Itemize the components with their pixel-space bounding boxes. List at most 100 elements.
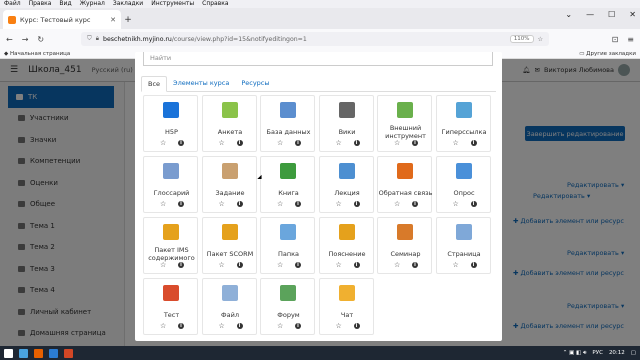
tab-all[interactable]: Все	[141, 76, 168, 92]
explorer-icon[interactable]	[19, 348, 28, 358]
activity-card[interactable]: Папка ☆ i	[260, 217, 315, 274]
menu-item[interactable]: Инструменты	[151, 0, 194, 8]
new-tab-icon[interactable]: +	[121, 10, 135, 29]
activity-card[interactable]: Пакет SCORM ☆ i	[201, 217, 257, 274]
close-tab-icon[interactable]: ✕	[110, 16, 116, 24]
activity-card[interactable]: Обратная связь ☆ i	[377, 156, 432, 213]
info-icon[interactable]: i	[353, 323, 360, 329]
info-icon[interactable]: i	[236, 262, 243, 268]
zoom-badge[interactable]: 110%	[509, 35, 534, 43]
activity-card[interactable]: Книга ☆ i	[260, 156, 315, 213]
reload-icon[interactable]: ↻	[37, 35, 44, 44]
star-icon[interactable]: ☆	[219, 200, 225, 208]
activity-card[interactable]: Задание ☆ i	[201, 156, 257, 213]
star-icon[interactable]: ☆	[394, 261, 400, 269]
star-icon[interactable]: ☆	[394, 200, 400, 208]
activity-card[interactable]: H5P ☆ i	[143, 95, 198, 152]
info-icon[interactable]: i	[236, 323, 243, 329]
info-icon[interactable]: i	[178, 201, 184, 207]
info-icon[interactable]: i	[470, 140, 477, 146]
info-icon[interactable]: i	[178, 323, 184, 329]
bookmark-star-icon[interactable]: ☆	[538, 36, 544, 43]
star-icon[interactable]: ☆	[336, 139, 342, 147]
info-icon[interactable]: i	[295, 262, 301, 268]
star-icon[interactable]: ☆	[453, 261, 459, 269]
star-icon[interactable]: ☆	[160, 261, 166, 269]
star-icon[interactable]: ☆	[394, 139, 400, 147]
star-icon[interactable]: ☆	[160, 322, 166, 330]
star-icon[interactable]: ☆	[277, 261, 283, 269]
activity-card[interactable]: Форум ☆ i	[260, 278, 315, 335]
menu-icon[interactable]: ≡	[627, 35, 634, 44]
menu-item[interactable]: Закладки	[113, 0, 143, 8]
info-icon[interactable]: i	[353, 140, 360, 146]
activity-card[interactable]: Гиперссылка ☆ i	[435, 95, 491, 152]
bookmark-other[interactable]: ▭ Другие закладки	[579, 49, 640, 58]
tray-icons[interactable]: ⌃ ▣ ◧ 🔊︎	[563, 350, 587, 357]
activity-card[interactable]: Пояснение ☆ i	[318, 217, 374, 274]
info-icon[interactable]: i	[470, 201, 477, 207]
menu-item[interactable]: Журнал	[80, 0, 105, 8]
activity-card[interactable]: Страница ☆ i	[435, 217, 491, 274]
browser-tab[interactable]: Курс: Тестовый курс ✕	[3, 10, 121, 29]
info-icon[interactable]: i	[353, 201, 360, 207]
info-icon[interactable]: i	[236, 140, 243, 146]
info-icon[interactable]: i	[353, 262, 360, 268]
activity-card[interactable]: Опрос ☆ i	[435, 156, 491, 213]
star-icon[interactable]: ☆	[277, 322, 283, 330]
info-icon[interactable]: i	[412, 262, 418, 268]
activity-card[interactable]: Анкета ☆ i	[201, 95, 257, 152]
activity-card[interactable]: Файл ☆ i	[201, 278, 257, 335]
clock[interactable]: 20:12	[609, 350, 625, 356]
firefox-icon[interactable]	[34, 348, 43, 358]
tab-resources[interactable]: Ресурсы	[235, 76, 275, 91]
maximize-icon[interactable]: ☐	[608, 10, 615, 19]
info-icon[interactable]: i	[178, 140, 184, 146]
tab-list-icon[interactable]: ⌄	[565, 10, 572, 19]
activity-card[interactable]: Вики ☆ i	[318, 95, 374, 152]
info-icon[interactable]: i	[295, 140, 301, 146]
tab-activities[interactable]: Элементы курса	[167, 76, 235, 91]
activity-card[interactable]: Чат ☆ i	[318, 278, 374, 335]
star-icon[interactable]: ☆	[219, 261, 225, 269]
close-window-icon[interactable]: ✕	[629, 10, 636, 19]
menu-item[interactable]: Справка	[202, 0, 228, 8]
star-icon[interactable]: ☆	[160, 139, 166, 147]
star-icon[interactable]: ☆	[453, 200, 459, 208]
activity-card[interactable]: Пакет IMS содержимого ☆ i	[143, 217, 198, 274]
info-icon[interactable]: i	[412, 140, 418, 146]
star-icon[interactable]: ☆	[219, 139, 225, 147]
activity-card[interactable]: Семинар ☆ i	[377, 217, 432, 274]
word-icon[interactable]	[49, 348, 58, 358]
info-icon[interactable]: i	[178, 262, 184, 268]
activity-card[interactable]: Лекция ☆ i	[318, 156, 374, 213]
bookmark-home[interactable]: ◆ Начальная страница	[4, 49, 70, 58]
forward-icon[interactable]: →	[22, 35, 29, 44]
info-icon[interactable]: i	[470, 262, 477, 268]
address-bar[interactable]: ⛉ 🔒︎ beschetnikh.myjino.ru/course/view.p…	[81, 32, 550, 46]
info-icon[interactable]: i	[412, 201, 418, 207]
powerpoint-icon[interactable]	[64, 348, 73, 358]
minimize-icon[interactable]: —	[586, 10, 594, 19]
activity-card[interactable]: Внешний инструмент ☆ i	[377, 95, 432, 152]
search-input[interactable]: Найти	[143, 52, 493, 66]
menu-item[interactable]: Вид	[59, 0, 71, 8]
activity-card[interactable]: Тест ☆ i	[143, 278, 198, 335]
star-icon[interactable]: ☆	[453, 139, 459, 147]
extensions-icon[interactable]: ⊡	[612, 35, 619, 44]
notifications-icon[interactable]: ▢	[631, 350, 636, 356]
star-icon[interactable]: ☆	[336, 200, 342, 208]
activity-card[interactable]: Глоссарий ☆ i	[143, 156, 198, 213]
back-icon[interactable]: ←	[6, 35, 13, 44]
star-icon[interactable]: ☆	[277, 200, 283, 208]
keyboard-lang[interactable]: РУС	[592, 350, 603, 356]
menu-item[interactable]: Правка	[29, 0, 52, 8]
info-icon[interactable]: i	[295, 323, 301, 329]
menu-item[interactable]: Файл	[4, 0, 21, 8]
star-icon[interactable]: ☆	[277, 139, 283, 147]
star-icon[interactable]: ☆	[336, 261, 342, 269]
star-icon[interactable]: ☆	[160, 200, 166, 208]
star-icon[interactable]: ☆	[336, 322, 342, 330]
start-icon[interactable]	[4, 348, 13, 358]
activity-card[interactable]: База данных ☆ i	[260, 95, 315, 152]
